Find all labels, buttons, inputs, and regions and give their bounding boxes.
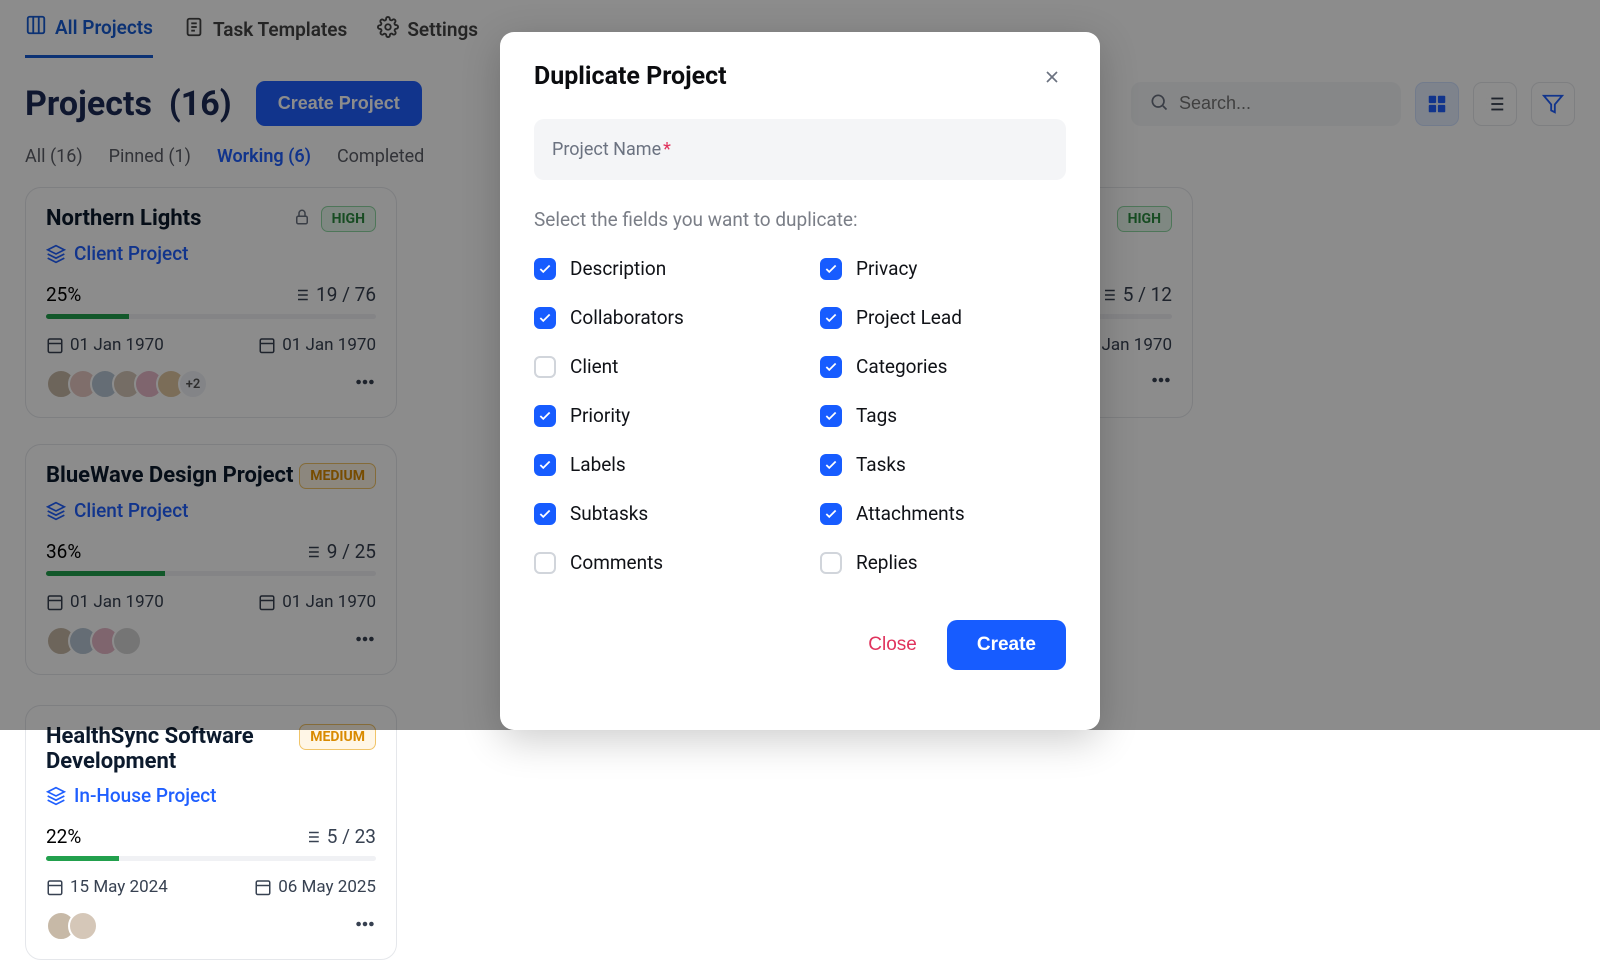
checkbox[interactable] bbox=[820, 405, 842, 427]
modal-help-text: Select the fields you want to duplicate: bbox=[534, 208, 1066, 231]
checkbox[interactable] bbox=[820, 552, 842, 574]
checkbox-label: Project Lead bbox=[856, 306, 962, 329]
checkbox-label: Tasks bbox=[856, 453, 906, 476]
checkbox[interactable] bbox=[820, 503, 842, 525]
duplicate-options: Description Privacy Collaborators Project L… bbox=[534, 257, 1066, 574]
checkbox-label: Tags bbox=[856, 404, 897, 427]
collaborator-avatars bbox=[46, 911, 98, 941]
duplicate-option[interactable]: Categories bbox=[820, 355, 1066, 378]
duplicate-option[interactable]: Comments bbox=[534, 551, 780, 574]
project-name-input[interactable]: Project Name* bbox=[534, 119, 1066, 180]
duplicate-project-modal: Duplicate Project Project Name* Select t… bbox=[500, 32, 1100, 730]
modal-overlay: Duplicate Project Project Name* Select t… bbox=[0, 0, 1600, 730]
progress-bar bbox=[46, 856, 376, 861]
checkbox-label: Collaborators bbox=[570, 306, 684, 329]
duplicate-option[interactable]: Project Lead bbox=[820, 306, 1066, 329]
checkbox[interactable] bbox=[534, 356, 556, 378]
projects-grid-row2: HealthSync Software Development MEDIUM I… bbox=[0, 705, 1600, 960]
checkbox-label: Privacy bbox=[856, 257, 917, 280]
checkbox[interactable] bbox=[820, 356, 842, 378]
checkbox[interactable] bbox=[534, 454, 556, 476]
checkbox[interactable] bbox=[820, 307, 842, 329]
close-icon[interactable] bbox=[1038, 63, 1066, 91]
duplicate-option[interactable]: Subtasks bbox=[534, 502, 780, 525]
required-indicator: * bbox=[663, 139, 671, 160]
tasks-count: 5 / 23 bbox=[303, 825, 376, 848]
duplicate-option[interactable]: Tasks bbox=[820, 453, 1066, 476]
end-date: 06 May 2025 bbox=[254, 877, 376, 897]
duplicate-option[interactable]: Replies bbox=[820, 551, 1066, 574]
checkbox[interactable] bbox=[534, 258, 556, 280]
checkbox[interactable] bbox=[534, 405, 556, 427]
duplicate-option[interactable]: Tags bbox=[820, 404, 1066, 427]
start-date: 15 May 2024 bbox=[46, 877, 168, 897]
duplicate-option[interactable]: Labels bbox=[534, 453, 780, 476]
checkbox-label: Priority bbox=[570, 404, 630, 427]
checkbox[interactable] bbox=[534, 307, 556, 329]
checkbox-label: Categories bbox=[856, 355, 947, 378]
checkbox-label: Comments bbox=[570, 551, 663, 574]
close-button[interactable]: Close bbox=[848, 620, 937, 670]
card-more-button[interactable] bbox=[354, 913, 376, 939]
checkbox[interactable] bbox=[820, 454, 842, 476]
duplicate-option[interactable]: Privacy bbox=[820, 257, 1066, 280]
project-title: HealthSync Software Development bbox=[46, 724, 296, 774]
checkbox-label: Description bbox=[570, 257, 666, 280]
checkbox[interactable] bbox=[534, 503, 556, 525]
duplicate-option[interactable]: Client bbox=[534, 355, 780, 378]
project-type: In-House Project bbox=[46, 784, 376, 807]
modal-title: Duplicate Project bbox=[534, 62, 727, 91]
checkbox-label: Subtasks bbox=[570, 502, 648, 525]
checkbox[interactable] bbox=[534, 552, 556, 574]
checkbox[interactable] bbox=[820, 258, 842, 280]
create-button[interactable]: Create bbox=[947, 620, 1066, 670]
progress-percent: 22% bbox=[46, 825, 81, 848]
checkbox-label: Labels bbox=[570, 453, 626, 476]
checkbox-label: Replies bbox=[856, 551, 918, 574]
duplicate-option[interactable]: Priority bbox=[534, 404, 780, 427]
duplicate-option[interactable]: Collaborators bbox=[534, 306, 780, 329]
duplicate-option[interactable]: Attachments bbox=[820, 502, 1066, 525]
checkbox-label: Client bbox=[570, 355, 618, 378]
checkbox-label: Attachments bbox=[856, 502, 965, 525]
project-card[interactable]: HealthSync Software Development MEDIUM I… bbox=[25, 705, 397, 960]
duplicate-option[interactable]: Description bbox=[534, 257, 780, 280]
